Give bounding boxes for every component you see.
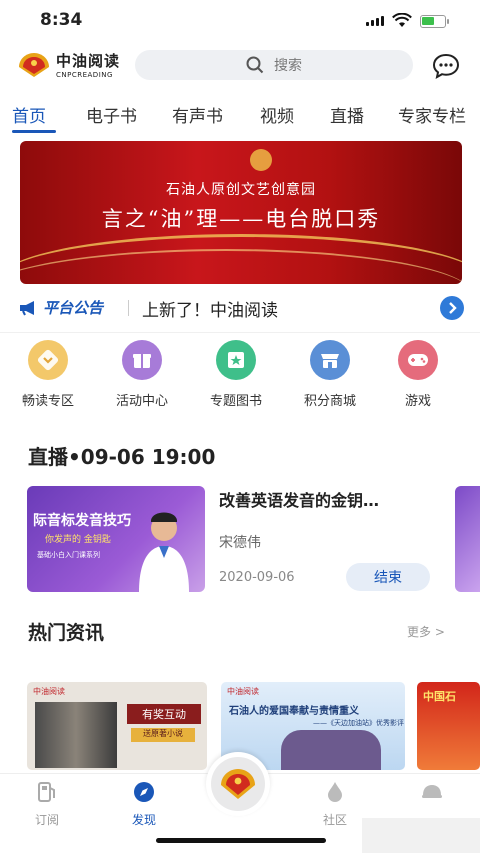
shortcut-topic-books[interactable]: 专题图书 <box>196 340 276 409</box>
live-status-button[interactable]: 结束 <box>346 563 430 591</box>
logo-title: 中油阅读 <box>56 52 121 70</box>
center-home-button[interactable] <box>206 752 270 816</box>
tab-video[interactable]: 视频 <box>260 102 294 127</box>
tab-ebook[interactable]: 电子书 <box>86 102 137 127</box>
banner-line2: 言之“油”理——电台脱口秀 <box>101 207 381 231</box>
shortcut-games[interactable]: 游戏 <box>378 340 458 409</box>
shortcut-reading-zone[interactable]: 畅读专区 <box>8 340 88 409</box>
announcement-bar[interactable]: 平台公告 上新了！中油阅读 <box>18 293 466 323</box>
tab-home[interactable]: 首页 <box>12 102 46 127</box>
app-logo: 中油阅读 CNPCREADING <box>16 50 120 79</box>
tabbar-item-subscribe[interactable]: 订阅 <box>17 780 77 828</box>
category-tabs: 首页 电子书 有声书 视频 直播 专家专栏 <box>0 98 480 132</box>
battery-icon <box>420 15 449 28</box>
shortcut-label: 畅读专区 <box>21 394 74 409</box>
center-button-inner <box>211 757 265 811</box>
home-indicator <box>156 838 326 843</box>
helmet-icon <box>422 785 442 798</box>
tabbar-label: 社区 <box>322 813 347 827</box>
announcement-text: 上新了！中油阅读 <box>142 301 278 321</box>
search-bar[interactable]: 搜索 <box>135 50 413 80</box>
shortcut-label: 积分商城 <box>303 394 356 409</box>
gift-icon <box>122 340 162 380</box>
search-icon <box>246 56 264 74</box>
news-subheadline: ——《天边加油站》优秀影评 <box>313 719 404 727</box>
live-section-title: 直播•09-06 19:00 <box>28 445 216 469</box>
message-icon[interactable] <box>432 53 460 79</box>
news-headline: 中国石 <box>423 690 456 703</box>
oil-drop-icon <box>328 782 342 802</box>
active-tab-indicator <box>12 130 56 133</box>
news-subtag: 送原著小说 <box>131 728 195 742</box>
tabbar-item-community[interactable]: 社区 <box>305 780 365 828</box>
banner-emblem <box>250 149 272 171</box>
app-header: 中油阅读 CNPCREADING 搜索 <box>0 44 480 92</box>
compass-icon <box>134 782 154 802</box>
news-brand: 中油阅读 <box>33 687 65 696</box>
tabbar-item-profile[interactable] <box>402 780 462 811</box>
status-bar: 8:34 <box>0 0 480 44</box>
gas-pump-icon <box>38 782 55 802</box>
status-time: 8:34 <box>40 10 83 30</box>
divider <box>0 332 480 333</box>
live-title[interactable]: 改善英语发音的金钥… <box>219 487 379 511</box>
logo-subtitle: CNPCREADING <box>56 71 113 79</box>
cnpc-logo-icon <box>19 52 49 77</box>
thumbnail-caption: 基础小白入门课系列 <box>37 551 100 559</box>
news-section-title: 热门资讯 <box>28 622 105 644</box>
news-card[interactable]: 中国石 <box>417 682 480 770</box>
presenter-image <box>139 512 189 592</box>
thumbnail-subtitle: 你发声的 金钥匙 <box>45 535 111 545</box>
corner-overlay <box>362 818 480 853</box>
shortcut-label: 专题图书 <box>209 394 262 409</box>
tab-audiobook[interactable]: 有声书 <box>172 102 223 127</box>
banner-line1: 石油人原创文艺创意园 <box>166 182 316 198</box>
news-card[interactable]: 中油阅读 有奖互动 送原著小说 <box>27 682 207 770</box>
tabbar-label: 发现 <box>131 813 156 827</box>
news-headline: 石油人的爱国奉献与责情重义 <box>229 706 359 717</box>
news-tag: 有奖互动 <box>127 704 201 724</box>
search-placeholder: 搜索 <box>274 58 302 74</box>
chevron-down-icon <box>28 340 68 380</box>
wifi-icon <box>392 13 412 27</box>
announcement-tag-label: 平台公告 <box>43 299 104 317</box>
chevron-right-icon[interactable] <box>440 296 464 320</box>
next-live-card[interactable] <box>455 486 480 592</box>
shortcut-label: 活动中心 <box>115 394 168 409</box>
thumbnail-title: 际音标发音技巧 <box>33 513 131 529</box>
gamepad-icon <box>398 340 438 380</box>
news-brand: 中油阅读 <box>227 687 259 696</box>
divider <box>128 300 129 316</box>
shop-icon <box>310 340 350 380</box>
announcement-tag: 平台公告 <box>18 297 103 318</box>
shortcut-points-mall[interactable]: 积分商城 <box>290 340 370 409</box>
tab-live[interactable]: 直播 <box>330 102 364 127</box>
shortcut-label: 游戏 <box>404 394 431 409</box>
shortcut-activity-center[interactable]: 活动中心 <box>102 340 182 409</box>
tabbar-item-discover[interactable]: 发现 <box>114 780 174 828</box>
live-author: 宋德伟 <box>219 535 261 551</box>
promo-banner[interactable]: 石油人原创文艺创意园 言之“油”理——电台脱口秀 <box>20 141 462 284</box>
megaphone-icon <box>20 300 34 315</box>
live-date: 2020-09-06 <box>219 570 295 585</box>
live-thumbnail[interactable]: 际音标发音技巧 你发声的 金钥匙 基础小白入门课系列 <box>27 486 205 592</box>
news-image <box>281 730 381 770</box>
signal-icon <box>366 16 384 26</box>
cnpc-logo-icon <box>221 769 255 799</box>
star-book-icon <box>216 340 256 380</box>
shortcut-grid: 畅读专区 活动中心 专题图书 积分商城 游戏 <box>0 340 480 412</box>
tabbar-label: 订阅 <box>34 813 59 827</box>
news-image <box>35 702 117 768</box>
tab-expert-column[interactable]: 专家专栏 <box>398 102 466 127</box>
more-news-link[interactable]: 更多 > <box>407 623 445 640</box>
